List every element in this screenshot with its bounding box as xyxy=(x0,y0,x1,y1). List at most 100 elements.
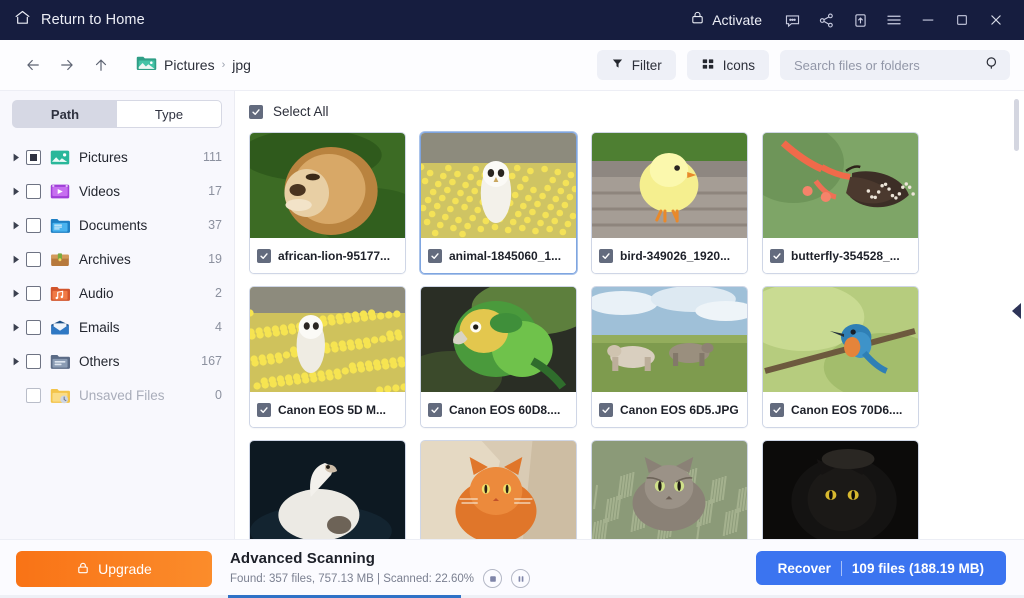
sidebar-item-count: 0 xyxy=(215,388,222,402)
sidebar-checkbox[interactable] xyxy=(26,183,41,199)
filter-label: Filter xyxy=(631,57,662,73)
sidebar-item-others[interactable]: Others 167 xyxy=(0,344,234,378)
file-card[interactable] xyxy=(591,440,748,539)
pause-icon[interactable] xyxy=(511,569,531,588)
file-checkbox[interactable] xyxy=(770,402,784,417)
sidebar-checkbox[interactable] xyxy=(26,285,41,301)
file-card[interactable]: Canon EOS 6D5.JPG xyxy=(591,286,748,429)
sidebar-item-emails[interactable]: Emails 4 xyxy=(0,310,234,344)
sidebar-item-count: 37 xyxy=(208,218,222,232)
expand-caret-icon[interactable] xyxy=(8,289,24,298)
menu-icon[interactable] xyxy=(878,4,910,36)
file-checkbox[interactable] xyxy=(770,248,784,263)
sidebar-checkbox[interactable] xyxy=(26,353,41,369)
expand-caret-icon[interactable] xyxy=(8,153,24,162)
title-bar-controls: Activate xyxy=(690,4,1012,36)
share-icon[interactable] xyxy=(810,4,842,36)
upload-icon[interactable] xyxy=(844,4,876,36)
filter-button[interactable]: Filter xyxy=(596,50,676,80)
file-checkbox[interactable] xyxy=(428,402,442,417)
maximize-icon[interactable] xyxy=(946,4,978,36)
activate-button[interactable]: Activate xyxy=(690,10,762,30)
sidebar-checkbox[interactable] xyxy=(26,217,41,233)
sidebar-checkbox[interactable] xyxy=(26,251,41,267)
documents-icon xyxy=(50,217,70,234)
sidebar-item-audio[interactable]: Audio 2 xyxy=(0,276,234,310)
file-card-label-row[interactable]: bird-349026_1920... xyxy=(592,238,747,274)
file-checkbox[interactable] xyxy=(428,248,442,263)
search-icon[interactable] xyxy=(984,55,1000,76)
archives-icon xyxy=(50,251,70,268)
sidebar-tab-type[interactable]: Type xyxy=(117,101,221,127)
file-content-panel: Select All african-lion-95177... animal-… xyxy=(235,91,1024,539)
stop-icon[interactable] xyxy=(483,569,503,588)
sidebar-item-count: 4 xyxy=(215,320,222,334)
title-bar: Return to Home Activate xyxy=(0,0,1024,40)
expand-caret-icon[interactable] xyxy=(8,323,24,332)
file-checkbox[interactable] xyxy=(599,402,613,417)
arrow-left-icon[interactable] xyxy=(18,50,48,80)
file-card[interactable]: bird-349026_1920... xyxy=(591,132,748,275)
file-checkbox[interactable] xyxy=(257,248,271,263)
file-card[interactable] xyxy=(249,440,406,539)
file-checkbox[interactable] xyxy=(599,248,613,263)
sidebar-item-pictures[interactable]: Pictures 111 xyxy=(0,140,234,174)
recover-button[interactable]: Recover 109 files (188.19 MB) xyxy=(755,551,1006,585)
select-all-checkbox[interactable] xyxy=(249,104,263,119)
expand-caret-icon[interactable] xyxy=(8,357,24,366)
file-card[interactable] xyxy=(762,440,919,539)
footer-bar: Upgrade Advanced Scanning Found: 357 fil… xyxy=(0,539,1024,598)
file-card[interactable] xyxy=(420,440,577,539)
upgrade-button[interactable]: Upgrade xyxy=(16,551,212,587)
sidebar-item-unsaved-files[interactable]: Unsaved Files 0 xyxy=(0,378,234,412)
sidebar-checkbox[interactable] xyxy=(26,149,41,165)
vertical-scrollbar[interactable] xyxy=(1014,99,1019,151)
search-input[interactable]: Search files or folders xyxy=(780,50,1010,80)
file-card-label-row[interactable]: animal-1845060_1... xyxy=(421,238,576,274)
breadcrumb-current[interactable]: jpg xyxy=(232,57,251,73)
file-card-label-row[interactable]: butterfly-354528_... xyxy=(763,238,918,274)
sidebar-item-count: 2 xyxy=(215,286,222,300)
sidebar-checkbox[interactable] xyxy=(26,319,41,335)
view-mode-button[interactable]: Icons xyxy=(686,50,769,80)
expand-caret-icon[interactable] xyxy=(8,221,24,230)
sidebar-item-videos[interactable]: Videos 17 xyxy=(0,174,234,208)
close-icon[interactable] xyxy=(980,4,1012,36)
file-card-label-row[interactable]: Canon EOS 60D8.... xyxy=(421,392,576,428)
recover-separator xyxy=(840,560,842,576)
file-card[interactable]: Canon EOS 70D6.... xyxy=(762,286,919,429)
arrow-up-icon[interactable] xyxy=(86,50,116,80)
sidebar-item-documents[interactable]: Documents 37 xyxy=(0,208,234,242)
expand-caret-icon[interactable] xyxy=(8,255,24,264)
sidebar-item-label: Videos xyxy=(79,183,121,199)
file-card-label-row[interactable]: african-lion-95177... xyxy=(250,238,405,274)
breadcrumb-root[interactable]: Pictures xyxy=(164,57,215,73)
file-card[interactable]: Canon EOS 60D8.... xyxy=(420,286,577,429)
file-card[interactable]: african-lion-95177... xyxy=(249,132,406,275)
file-checkbox[interactable] xyxy=(257,402,271,417)
sidebar-item-archives[interactable]: Archives 19 xyxy=(0,242,234,276)
return-to-home-button[interactable]: Return to Home xyxy=(14,9,145,31)
file-card-label-row[interactable]: Canon EOS 70D6.... xyxy=(763,392,918,428)
file-card[interactable]: animal-1845060_1... xyxy=(420,132,577,275)
expand-caret-icon[interactable] xyxy=(8,187,24,196)
sidebar-checkbox[interactable] xyxy=(26,387,41,403)
chevron-left-icon[interactable] xyxy=(1010,301,1022,321)
file-thumbnail xyxy=(592,133,747,239)
file-card-label-row[interactable]: Canon EOS 5D M... xyxy=(250,392,405,428)
arrow-right-icon[interactable] xyxy=(52,50,82,80)
select-all-row[interactable]: Select All xyxy=(235,91,1024,128)
file-name: Canon EOS 60D8.... xyxy=(449,402,561,417)
file-card[interactable]: butterfly-354528_... xyxy=(762,132,919,275)
feedback-icon[interactable] xyxy=(776,4,808,36)
sidebar-view-toggle[interactable]: Path Type xyxy=(12,100,222,128)
sidebar: Path Type Pictures 111 Videos 17 Documents 37… xyxy=(0,91,235,539)
sidebar-item-label: Emails xyxy=(79,319,120,335)
file-card-label-row[interactable]: Canon EOS 6D5.JPG xyxy=(592,392,747,428)
sidebar-tab-path[interactable]: Path xyxy=(13,101,117,127)
sidebar-item-label: Documents xyxy=(79,217,148,233)
return-to-home-label: Return to Home xyxy=(41,12,145,28)
file-card[interactable]: Canon EOS 5D M... xyxy=(249,286,406,429)
minimize-icon[interactable] xyxy=(912,4,944,36)
emails-icon xyxy=(50,319,70,336)
